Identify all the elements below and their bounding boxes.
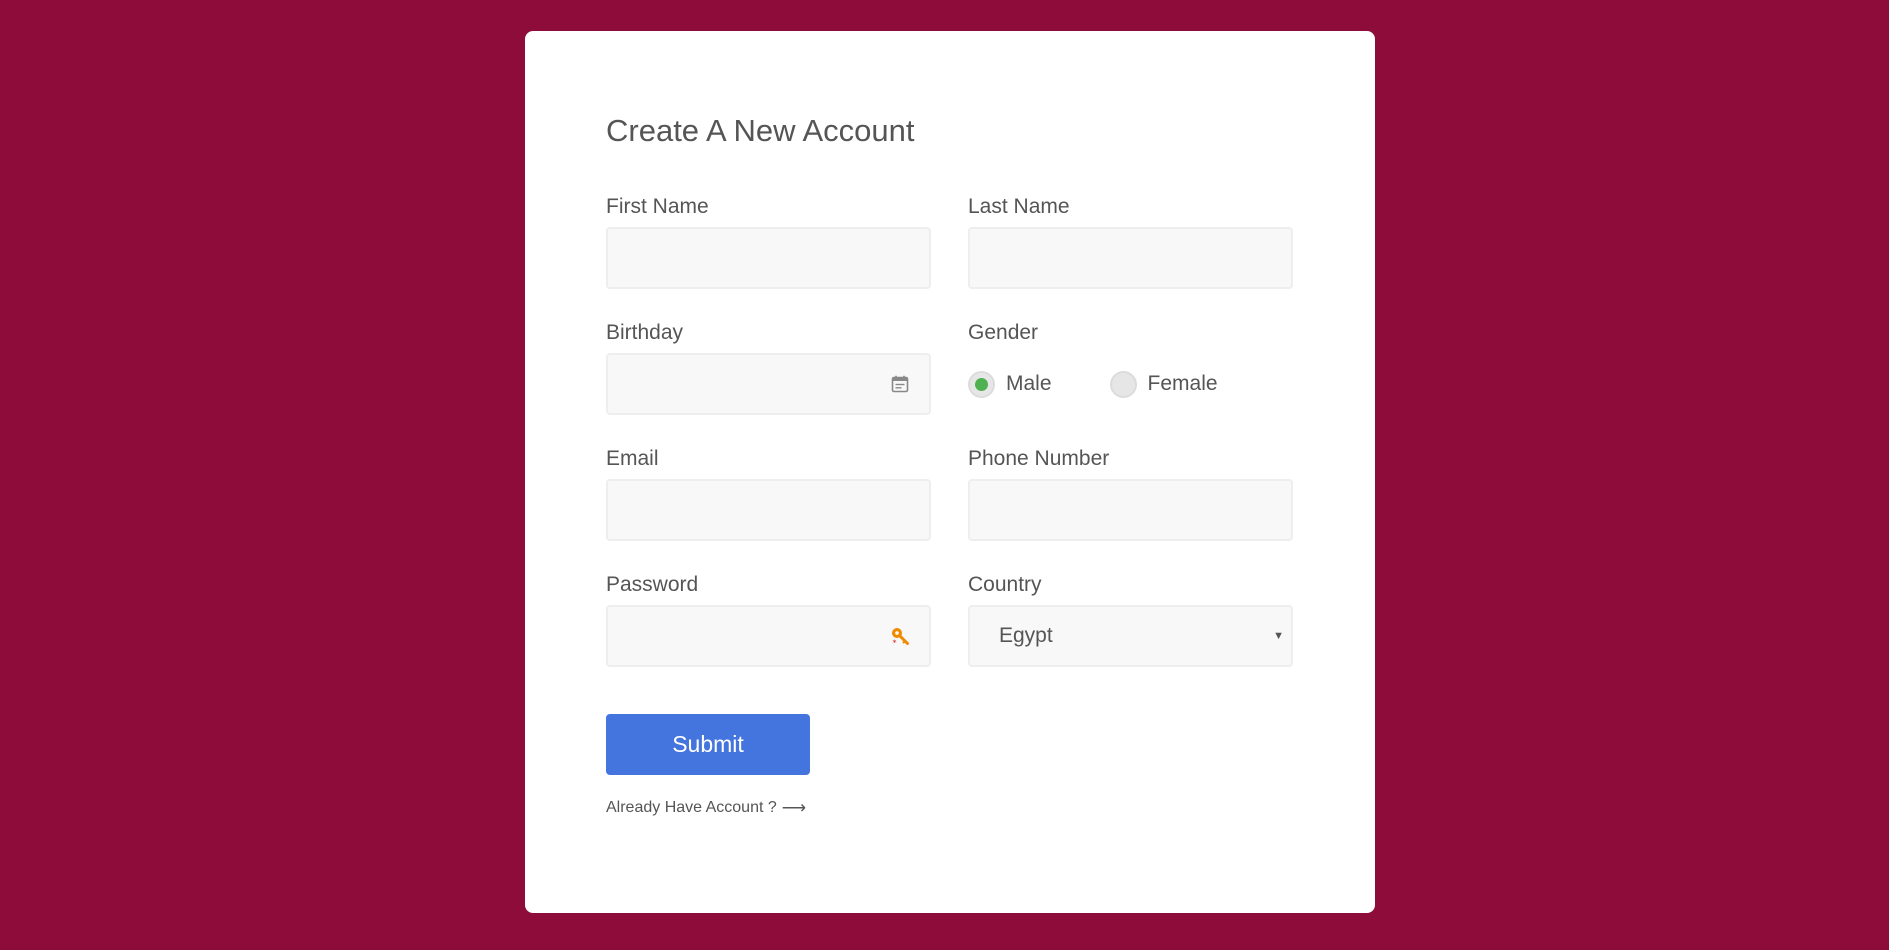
gender-option-female[interactable]: Female: [1109, 370, 1218, 398]
last-name-input[interactable]: [968, 227, 1293, 289]
password-input[interactable]: [606, 605, 931, 667]
gender-label: Gender: [968, 321, 1039, 344]
male-label: Male: [1006, 372, 1052, 395]
phone-label: Phone Number: [968, 447, 1110, 470]
last-name-field: Last Name: [968, 193, 1293, 319]
form-grid: First Name Last Name Birthday Gender Mal…: [606, 193, 1294, 697]
female-radio[interactable]: [1109, 370, 1137, 398]
country-field: Country Egypt ▼: [968, 571, 1293, 697]
login-link[interactable]: Already Have Account ? ⟶: [606, 798, 806, 818]
birthday-wrap: [606, 353, 931, 415]
country-select[interactable]: Egypt ▼: [968, 605, 1293, 667]
email-input[interactable]: [606, 479, 931, 541]
password-label: Password: [606, 573, 699, 596]
last-name-label: Last Name: [968, 195, 1070, 218]
male-radio[interactable]: [968, 370, 995, 398]
first-name-wrap: [606, 227, 931, 289]
first-name-label: First Name: [606, 195, 709, 218]
phone-input[interactable]: [968, 479, 1293, 541]
gender-option-male[interactable]: Male: [968, 370, 1052, 398]
svg-text:*: *: [893, 639, 897, 647]
country-selected-value: Egypt: [999, 624, 1053, 647]
phone-field: Phone Number: [968, 445, 1293, 571]
gender-field: Gender Male Female: [968, 319, 1293, 445]
login-link-text: Already Have Account ?: [606, 799, 777, 816]
email-label: Email: [606, 447, 659, 470]
email-wrap: [606, 479, 931, 541]
form-title: Create A New Account: [606, 113, 915, 148]
birthday-input[interactable]: [606, 353, 931, 415]
signup-card: Create A New Account First Name Last Nam…: [525, 31, 1375, 913]
last-name-wrap: [968, 227, 1293, 289]
submit-button[interactable]: Submit: [606, 714, 810, 775]
first-name-input[interactable]: [606, 227, 931, 289]
key-icon[interactable]: *: [889, 625, 911, 647]
chevron-down-icon: ▼: [1273, 630, 1284, 642]
password-wrap: *: [606, 605, 931, 667]
calendar-icon[interactable]: [889, 373, 911, 395]
arrow-right-icon: ⟶: [781, 798, 807, 817]
first-name-field: First Name: [606, 193, 931, 319]
female-label: Female: [1147, 372, 1218, 395]
phone-wrap: [968, 479, 1293, 541]
password-field: Password *: [606, 571, 931, 697]
country-label: Country: [968, 573, 1042, 596]
email-field: Email: [606, 445, 931, 571]
gender-radio-group: Male Female: [968, 353, 1293, 415]
birthday-label: Birthday: [606, 321, 684, 344]
birthday-field: Birthday: [606, 319, 931, 445]
